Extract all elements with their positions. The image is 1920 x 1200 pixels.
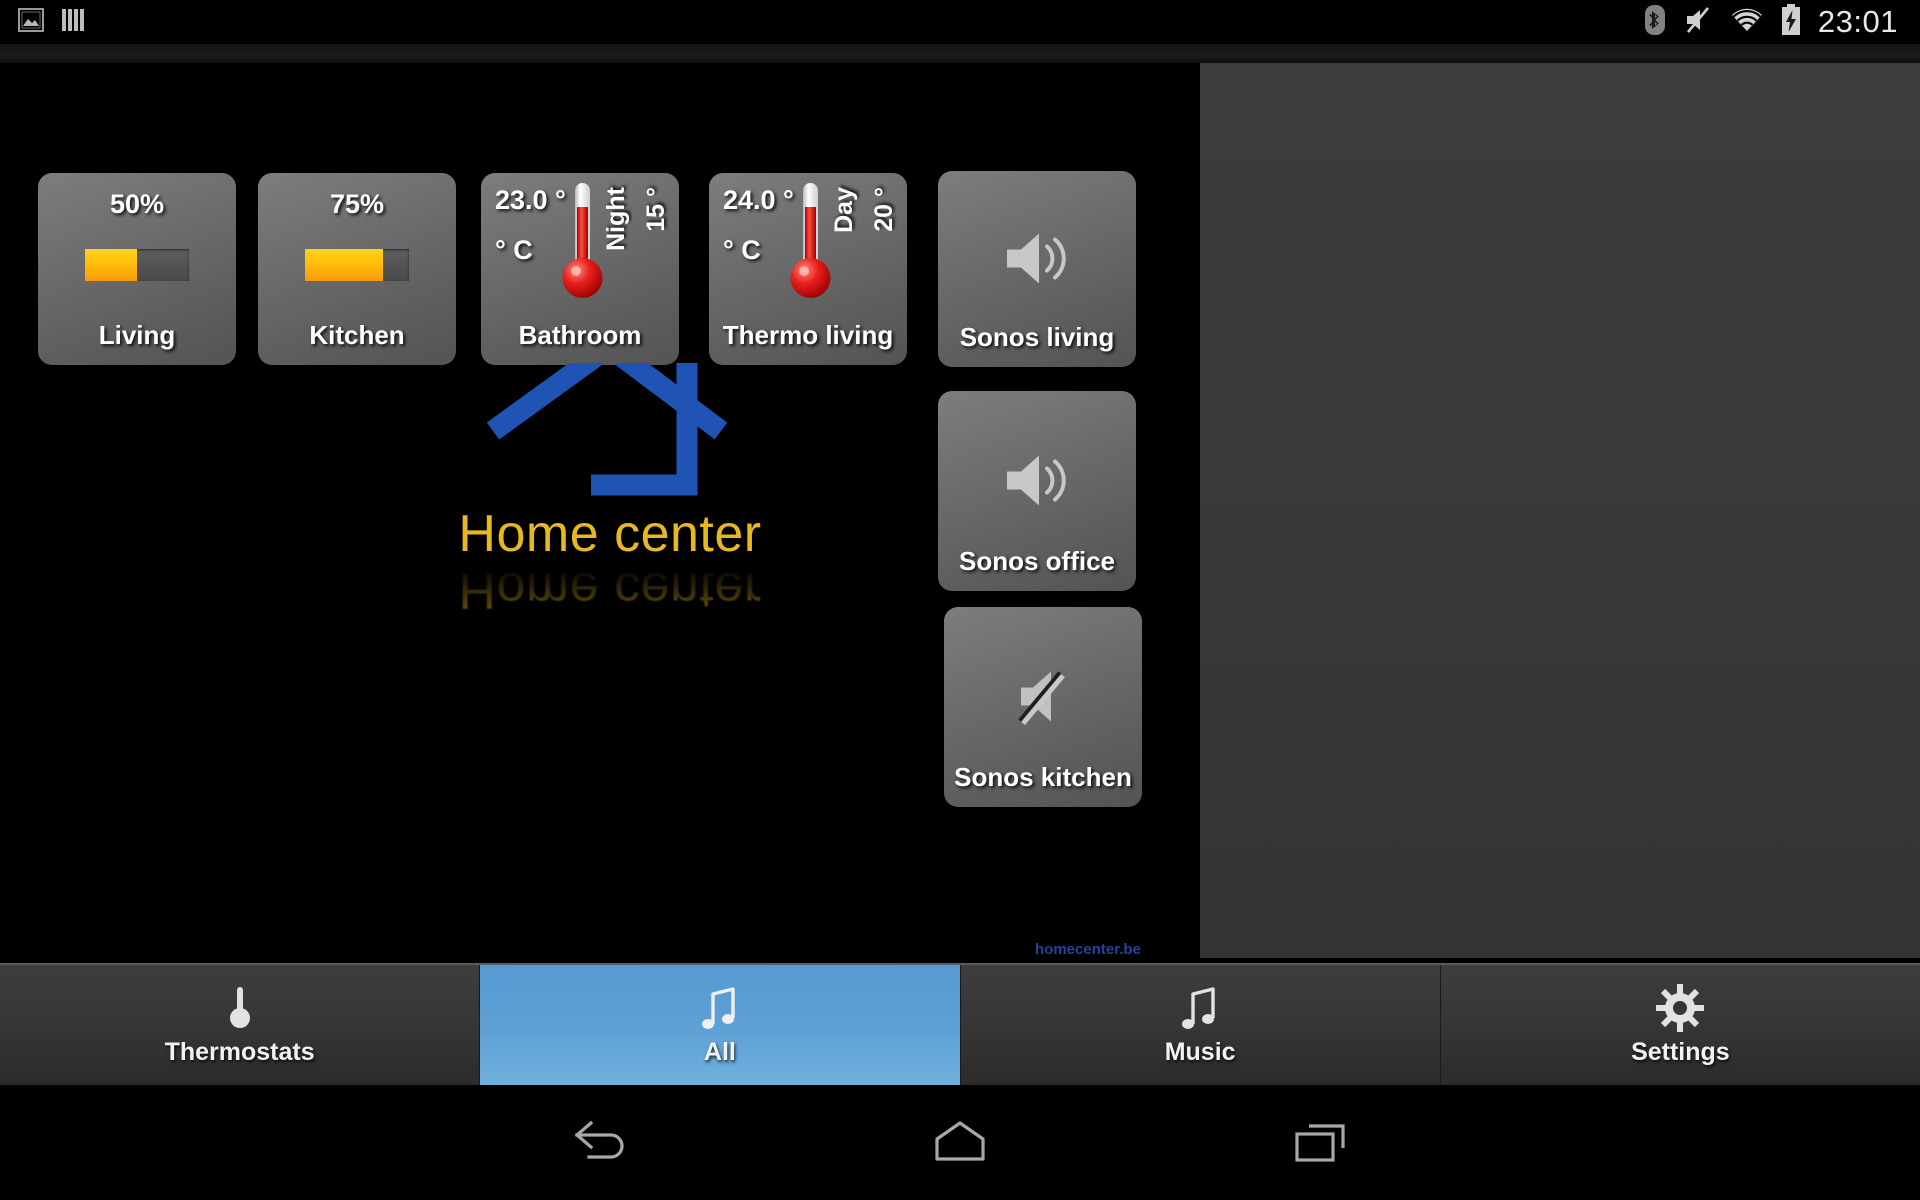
tab-label: Thermostats <box>164 1037 315 1066</box>
logo-title-reflection: Home center <box>458 561 762 619</box>
detail-panel-empty <box>1200 63 1920 958</box>
thermometer-icon <box>227 984 253 1032</box>
tab-music[interactable]: Music <box>960 965 1441 1085</box>
app-logo: Home center Home center <box>440 363 780 619</box>
tile-dimmer-living[interactable]: 50% Living <box>38 173 236 365</box>
thermometer-icon <box>562 183 603 298</box>
android-navigation-bar <box>0 1085 1920 1200</box>
thermostat-temperature: 23.0 ° <box>495 185 566 215</box>
tile-thermostat-living[interactable]: 24.0 ° ° C Day 20 ° Thermo living <box>709 173 907 365</box>
house-outline-logo <box>486 363 728 496</box>
tile-label: Bathroom <box>518 320 642 350</box>
speaker-on-icon <box>999 449 1075 518</box>
tab-thermostats[interactable]: Thermostats <box>0 965 481 1085</box>
tile-speaker-sonos-living[interactable]: Sonos living <box>938 171 1136 367</box>
thermostat-setpoint: 20 ° <box>870 187 898 232</box>
recents-icon[interactable] <box>1260 1098 1380 1188</box>
dimmer-bar[interactable] <box>305 249 409 281</box>
status-bar-divider <box>0 44 1920 63</box>
home-icon[interactable] <box>900 1098 1020 1188</box>
thermometer-icon <box>790 183 831 298</box>
tile-speaker-sonos-office[interactable]: Sonos office <box>938 391 1136 591</box>
gear-icon <box>1656 983 1705 1032</box>
bluetooth-icon <box>1644 4 1666 41</box>
tile-label: Sonos kitchen <box>954 762 1132 792</box>
app-content-area: 50% Living 75% Kitchen 23.0 ° ° C Night … <box>0 63 1200 958</box>
thermostat-mode: Night <box>602 187 630 251</box>
tile-label: Living <box>98 320 176 350</box>
back-icon[interactable] <box>540 1098 660 1188</box>
tile-label: Kitchen <box>309 320 405 350</box>
thermostat-setpoint: 15 ° <box>642 187 670 232</box>
thermostat-temperature: 24.0 ° <box>723 185 794 215</box>
volume-muted-icon <box>1682 4 1714 41</box>
status-bar-left-icons <box>0 7 86 38</box>
tile-label: Sonos office <box>958 546 1115 576</box>
music-note-icon <box>698 984 742 1032</box>
tab-all[interactable]: All <box>480 965 961 1085</box>
screen-root: 23:01 50% Living 75% Kitchen 23.0 ° ° C <box>0 0 1920 1200</box>
tab-label: Music <box>1164 1037 1236 1066</box>
status-bar-right-icons: 23:01 <box>1644 3 1920 41</box>
tab-settings[interactable]: Settings <box>1440 965 1920 1085</box>
tile-speaker-sonos-kitchen[interactable]: Sonos kitchen <box>944 607 1142 807</box>
speaker-on-icon <box>999 227 1075 296</box>
wifi-icon <box>1730 6 1764 39</box>
screenshot-image-icon <box>18 7 44 37</box>
status-bar-clock: 23:01 <box>1817 3 1898 39</box>
speaker-muted-icon <box>1007 664 1079 735</box>
bottom-tab-bar: Thermostats All Music Settings <box>0 963 1920 1085</box>
tab-label: Settings <box>1631 1037 1730 1066</box>
dimmer-percent-label: 50% <box>109 189 165 219</box>
tile-label: Sonos living <box>959 322 1115 352</box>
tile-label: Thermo living <box>722 320 894 350</box>
tab-label: All <box>703 1037 736 1066</box>
logo-title: Home center <box>458 505 762 563</box>
thermostat-mode: Day <box>830 187 858 233</box>
dimmer-bar-fill <box>305 249 383 281</box>
tile-dimmer-kitchen[interactable]: 75% Kitchen <box>258 173 456 365</box>
sd-storage-bars-icon <box>60 7 86 38</box>
thermostat-unit: ° C <box>495 235 533 265</box>
dimmer-percent-label: 75% <box>329 189 385 219</box>
music-note-icon <box>1178 984 1222 1032</box>
website-link[interactable]: homecenter.be <box>1035 941 1141 958</box>
tile-thermostat-bathroom[interactable]: 23.0 ° ° C Night 15 ° Bathroom <box>481 173 679 365</box>
battery-charging-icon <box>1780 3 1802 41</box>
android-status-bar: 23:01 <box>0 0 1920 44</box>
thermostat-unit: ° C <box>723 235 761 265</box>
dimmer-bar-fill <box>85 249 137 281</box>
dimmer-bar[interactable] <box>85 249 189 281</box>
